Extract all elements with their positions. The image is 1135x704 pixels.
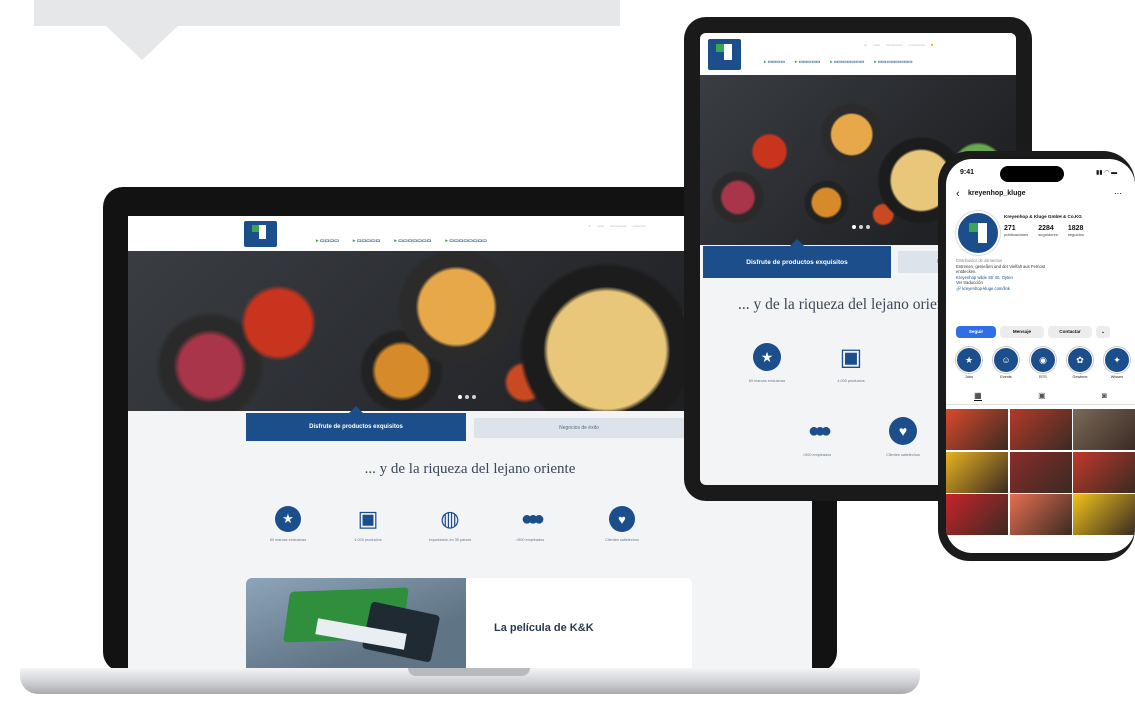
tab-business[interactable]: Negocios de éxito [474,418,684,438]
nav-item[interactable]: ▭▭▭▭▭ [795,59,821,65]
carousel-dots[interactable] [458,395,476,399]
kk-logo[interactable] [708,39,741,70]
star-badge-icon: ★ [275,506,301,532]
post-thumbnail[interactable] [1073,494,1135,535]
stat-followers[interactable]: 2284 seguidores [1038,225,1058,237]
feature-employees: ●●● >500 empleados [490,506,570,543]
tab-products[interactable]: Disfrute de productos exquisitos [703,239,891,278]
profile-actions: Seguir Mensaje Contactar ⌄ [956,326,1110,338]
profile-username: kreyenhop_kluge [968,190,1026,197]
status-time: 9:41 [960,169,975,176]
profile-avatar[interactable] [956,211,1000,255]
story-highlights: ★ Jobs ☺ Events ◉ BTS ✿ Gewinne ✦ Wissen [956,347,1130,379]
feature-brands: ★ 60 marcas exclusivas [248,506,328,542]
nav-item[interactable]: ▭▭▭▭▭▭▭▭ [874,59,913,65]
post-thumbnail[interactable] [946,494,1008,535]
feature-products: ▣ 4.000 productos [354,506,382,542]
tagline: ... y de la riqueza del lejano oriente [738,296,956,313]
highlight-item[interactable]: ☺ Events [993,347,1019,379]
highlight-item[interactable]: ★ Jobs [956,347,982,379]
feature-products: ▣ 4.000 productos [837,343,865,384]
feature-brands: ★ 60 marcas exclusivas [734,343,800,383]
phone-screen: 9:41 ▮▮ ◠ ▬ ‹ kreyenhop_kluge ⋯ Kreyenho… [946,159,1135,553]
follow-button[interactable]: Seguir [956,326,996,338]
post-thumbnail[interactable] [1073,451,1135,493]
post-grid [946,409,1135,535]
post-thumbnail[interactable] [946,409,1008,450]
profile-stats: 271 publicaciones 2284 seguidores 1828 segu… [1004,225,1084,237]
carousel-dots[interactable] [852,225,870,229]
nav-item[interactable]: ▭▭▭▭ [764,59,785,65]
main-nav: ▭▭▭▭ ▭▭▭▭▭ ▭▭▭▭▭▭▭ ▭▭▭▭▭▭▭▭ [316,238,487,244]
profile-display-name: Kreyenhop & Kluge GmbH & Co.KG [1004,214,1082,219]
heart-icon: ♥ [609,506,635,532]
nav-item[interactable]: ▭▭▭▭ [316,238,339,244]
top-banner [34,0,620,26]
highlight-item[interactable]: ✿ Gewinne [1067,347,1093,379]
post-thumbnail[interactable] [1009,451,1072,493]
feature-customers: ♥ Clientes satisfechos [870,417,936,457]
book-cart-icon: ▣ [839,343,863,371]
reels-tab-icon[interactable]: ▣ [1038,391,1046,401]
nav-item[interactable]: ▭▭▭▭▭▭▭ [830,59,864,65]
nav-item[interactable]: ▭▭▭▭▭ [353,238,381,244]
grid-tab-icon[interactable]: ▦ [974,391,982,401]
message-button[interactable]: Mensaje [1000,326,1044,338]
suggestions-button[interactable]: ⌄ [1096,326,1110,338]
feature-employees: ●●● >500 empleados [784,417,850,458]
tagged-tab-icon[interactable]: ◙ [1102,391,1107,401]
utility-links[interactable]: ▭ ▭▭ ▭▭▭▭▭ ▭▭▭▭▭ ■ [864,43,933,47]
post-thumbnail[interactable] [1009,409,1072,450]
stat-posts[interactable]: 271 publicaciones [1004,225,1028,237]
back-arrow-icon[interactable]: ‹ [956,188,960,200]
book-cart-icon: ▣ [357,506,379,531]
kk-logo[interactable] [244,221,277,247]
highlight-item[interactable]: ◉ BTS [1030,347,1056,379]
video-title: La película de K&K [494,622,594,634]
highlight-item[interactable]: ✦ Wissen [1104,347,1130,379]
nav-item[interactable]: ▭▭▭▭▭▭▭ [394,238,431,244]
globe-icon: ◍ [440,506,460,531]
nav-item[interactable]: ▭▭▭▭▭▭▭▭ [445,238,487,244]
tab-products[interactable]: Disfrute de productos exquisitos [246,406,466,441]
status-icons: ▮▮ ◠ ▬ [1096,170,1118,176]
heart-icon: ♥ [889,417,917,445]
banner-pointer [106,26,178,60]
post-thumbnail[interactable] [1073,409,1135,450]
dynamic-island [1000,166,1064,182]
people-icon: ●●● [520,507,545,530]
people-icon: ●●● [807,419,832,442]
profile-bio: Distribuidor de alimentos Entrenen, geni… [956,258,1126,291]
video-card[interactable]: La película de K&K [246,578,692,668]
site-header: ▭▭▭▭▭▭▭▭▭▭▭▭▭■ ▭▭▭▭ ▭▭▭▭▭ ▭▭▭▭▭▭▭ ▭▭▭▭▭▭… [700,33,1016,75]
utility-links[interactable]: ▭ ▭▭ ▭▭▭▭▭ ▭▭▭▭ [588,224,646,228]
stat-following[interactable]: 1828 seguidos [1068,225,1084,237]
post-thumbnail[interactable] [1009,494,1072,535]
video-thumbnail[interactable] [246,578,466,668]
more-options-icon[interactable]: ⋯ [1114,189,1122,198]
star-badge-icon: ★ [753,343,781,371]
post-thumbnail[interactable] [946,451,1008,493]
profile-tabs: ▦ ▣ ◙ [946,391,1135,405]
feature-customers: ♥ Clientes satisfechos [582,506,662,542]
laptop-notch [408,668,530,676]
contact-button[interactable]: Contactar [1048,326,1092,338]
feature-export: ◍ exportación en 35 países [428,506,472,542]
bio-website-link[interactable]: 🔗 kreyenhop-kluge.com/link [956,286,1126,292]
main-nav: ▭▭▭▭ ▭▭▭▭▭ ▭▭▭▭▭▭▭ ▭▭▭▭▭▭▭▭ [764,59,913,65]
